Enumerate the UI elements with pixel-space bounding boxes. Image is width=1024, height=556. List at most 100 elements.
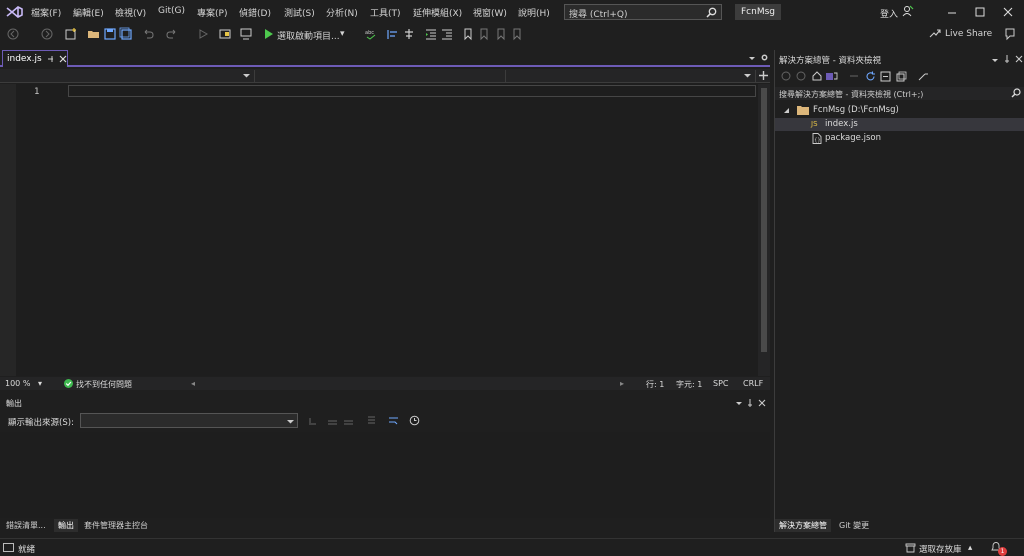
live-share-button[interactable]: Live Share xyxy=(945,29,992,39)
outdent-icon[interactable] xyxy=(440,27,454,41)
live-share-icon[interactable] xyxy=(928,27,942,41)
collapse-all-icon[interactable] xyxy=(880,71,891,82)
tree-root-folder[interactable]: FcnMsg (D:\FcnMsg) xyxy=(775,104,1024,117)
run-icon[interactable] xyxy=(262,27,276,41)
panel-close-icon[interactable] xyxy=(758,399,766,407)
pin-icon[interactable] xyxy=(47,55,55,63)
split-add-icon[interactable] xyxy=(759,71,768,80)
output-source-select[interactable] xyxy=(80,413,298,428)
menu-file[interactable]: 檔案(F) xyxy=(31,6,61,19)
settings-gear-icon[interactable] xyxy=(760,53,769,62)
minimize-button[interactable] xyxy=(942,4,962,20)
menu-git[interactable]: Git(G) xyxy=(158,6,185,16)
tab-error-list[interactable]: 錯誤清單... xyxy=(2,519,50,532)
repository-icon[interactable] xyxy=(905,542,916,553)
prev-bookmark-icon[interactable] xyxy=(477,27,491,41)
properties-icon[interactable] xyxy=(218,27,232,41)
code-editor[interactable]: 1 xyxy=(0,84,758,376)
panel-pin-icon[interactable] xyxy=(746,399,754,407)
close-tab-icon[interactable] xyxy=(59,55,67,63)
panel-pin-icon[interactable] xyxy=(1003,55,1011,63)
next-bookmark-icon[interactable] xyxy=(494,27,508,41)
column-indicator[interactable]: 字元: 1 xyxy=(676,379,702,390)
line-indicator[interactable]: 行: 1 xyxy=(646,379,664,390)
forward-icon[interactable] xyxy=(796,71,806,81)
timestamp-clock-icon[interactable] xyxy=(409,415,420,426)
save-all-icon[interactable] xyxy=(119,27,133,41)
account-icon[interactable] xyxy=(902,5,914,17)
tab-package-manager-console[interactable]: 套件管理器主控台 xyxy=(80,519,152,532)
align-left-icon[interactable] xyxy=(386,27,400,41)
project-dropdown[interactable] xyxy=(0,70,255,82)
pending-changes-filter-icon[interactable] xyxy=(849,71,859,81)
menu-debug[interactable]: 偵錯(D) xyxy=(239,6,271,19)
tree-file-index-js[interactable]: JS index.js xyxy=(775,118,1024,131)
issues-status[interactable]: 找不到任何問題 xyxy=(76,379,132,390)
panel-close-icon[interactable] xyxy=(1015,55,1023,63)
menu-window[interactable]: 視窗(W) xyxy=(473,6,507,19)
start-item-dropdown[interactable]: 選取啟動項目... xyxy=(277,29,340,42)
tab-index-js[interactable]: index.js xyxy=(2,50,68,67)
new-project-icon[interactable] xyxy=(64,27,78,41)
type-dropdown[interactable] xyxy=(255,70,506,82)
zoom-dropdown[interactable]: 100 % xyxy=(5,379,30,388)
output-window-icon[interactable] xyxy=(3,542,14,553)
save-icon[interactable] xyxy=(103,27,117,41)
tab-overflow-icon[interactable] xyxy=(748,54,756,62)
menu-view[interactable]: 檢視(V) xyxy=(115,6,146,19)
prev-message-icon[interactable] xyxy=(327,415,338,426)
word-wrap-icon[interactable] xyxy=(388,415,399,426)
menu-edit[interactable]: 編輯(E) xyxy=(73,6,104,19)
undo-icon[interactable] xyxy=(141,27,155,41)
center-icon[interactable] xyxy=(402,27,416,41)
tab-git-changes[interactable]: Git 變更 xyxy=(835,519,873,532)
next-message-icon[interactable] xyxy=(343,415,354,426)
back-icon[interactable] xyxy=(6,27,20,41)
start-dropdown-arrow-icon[interactable]: ▾ xyxy=(340,29,345,39)
menu-test[interactable]: 測試(S) xyxy=(284,6,315,19)
editor-vertical-scrollbar[interactable] xyxy=(758,84,770,376)
server-explorer-icon[interactable] xyxy=(239,27,253,41)
find-message-icon[interactable] xyxy=(307,415,318,426)
menu-project[interactable]: 專案(P) xyxy=(197,6,227,19)
open-folder-icon[interactable] xyxy=(87,27,101,41)
visual-studio-logo-icon[interactable] xyxy=(6,5,24,19)
sign-in-link[interactable]: 登入 xyxy=(880,7,898,20)
output-text-area[interactable] xyxy=(0,432,770,518)
menu-extensions[interactable]: 延伸模組(X) xyxy=(413,6,462,19)
select-repository[interactable]: 選取存放庫 xyxy=(919,543,962,555)
solution-name-badge[interactable]: FcnMsg xyxy=(735,4,781,20)
close-button[interactable] xyxy=(998,4,1018,20)
properties-wrench-icon[interactable] xyxy=(918,71,929,82)
clear-all-icon[interactable] xyxy=(366,415,377,426)
tab-solution-explorer[interactable]: 解決方案總管 xyxy=(775,519,831,532)
redo-icon[interactable] xyxy=(165,27,179,41)
member-dropdown[interactable] xyxy=(506,70,756,82)
back-icon[interactable] xyxy=(781,71,791,81)
spell-check-icon[interactable]: abc xyxy=(364,27,378,41)
scrollbar-thumb[interactable] xyxy=(761,88,767,352)
show-all-files-icon[interactable] xyxy=(896,71,907,82)
forward-icon[interactable] xyxy=(40,27,54,41)
scroll-left-icon[interactable]: ◂ xyxy=(191,379,195,388)
expand-triangle-icon[interactable] xyxy=(783,107,790,114)
search-box[interactable]: 搜尋 (Ctrl+Q) xyxy=(564,4,722,20)
home-icon[interactable] xyxy=(812,71,822,81)
scroll-right-icon[interactable]: ▸ xyxy=(620,379,624,388)
solution-search-box[interactable]: 搜尋解決方案總管 - 資料夾檢視 (Ctrl+;) xyxy=(775,87,1024,100)
start-without-debug-icon[interactable] xyxy=(196,27,210,41)
zoom-chevron-icon[interactable]: ▾ xyxy=(38,379,42,388)
indent-icon[interactable] xyxy=(424,27,438,41)
line-ending-indicator[interactable]: CRLF xyxy=(743,379,763,388)
panel-menu-icon[interactable] xyxy=(735,399,743,407)
menu-tools[interactable]: 工具(T) xyxy=(370,6,401,19)
repository-chevron-icon[interactable]: ▴ xyxy=(968,543,972,553)
menu-analyze[interactable]: 分析(N) xyxy=(326,6,358,19)
clear-bookmarks-icon[interactable] xyxy=(510,27,524,41)
bookmark-icon[interactable] xyxy=(461,27,475,41)
switch-views-icon[interactable] xyxy=(826,71,838,81)
panel-menu-icon[interactable] xyxy=(991,56,999,64)
maximize-button[interactable] xyxy=(970,4,990,20)
tree-file-package-json[interactable]: {} package.json xyxy=(775,132,1024,145)
sync-icon[interactable] xyxy=(865,71,876,82)
